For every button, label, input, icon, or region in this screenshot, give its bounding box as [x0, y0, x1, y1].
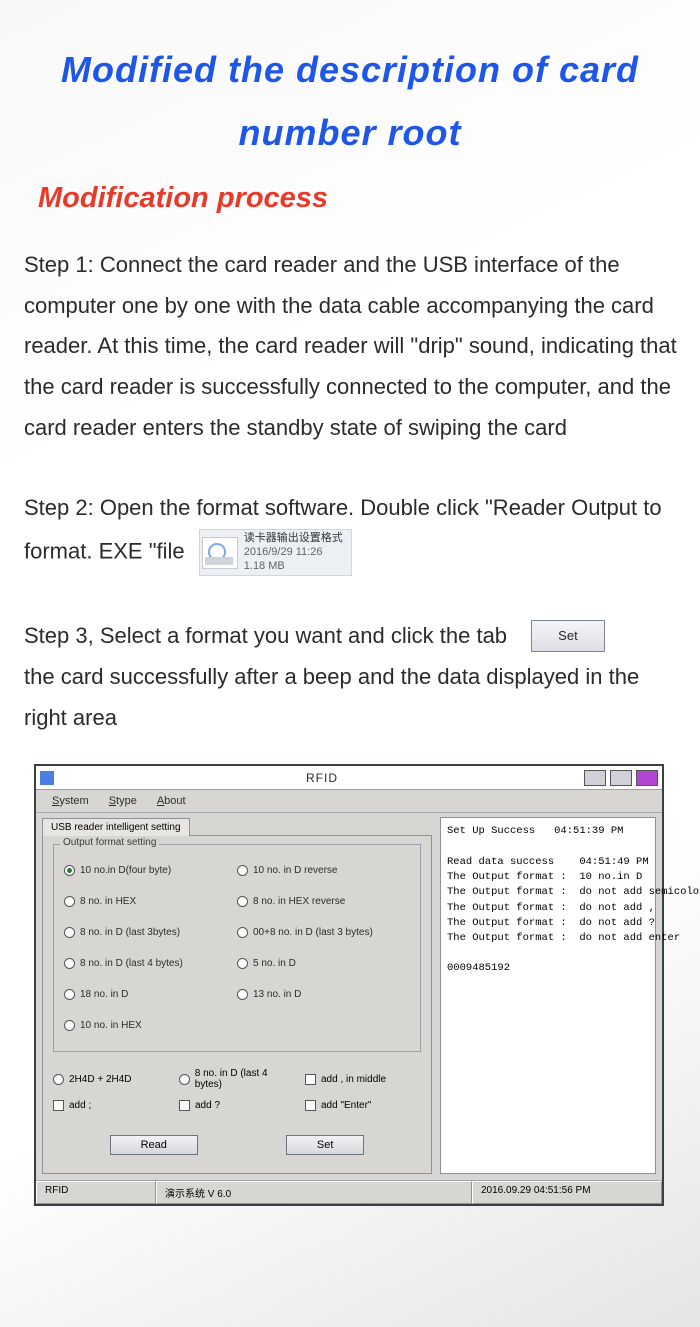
- checkbox-icon: [305, 1100, 316, 1111]
- radio-icon: [237, 927, 248, 938]
- action-buttons: Read Set: [53, 1113, 421, 1163]
- file-thumbnail-icon: [202, 537, 238, 569]
- chk-add-enter[interactable]: add "Enter": [305, 1100, 421, 1111]
- menu-system[interactable]: System: [44, 793, 97, 809]
- opt-13d[interactable]: 13 no. in D: [237, 989, 410, 1000]
- opt-18d[interactable]: 18 no. in D: [64, 989, 237, 1000]
- rfid-app-window: RFID System Stype About USB reader intel…: [34, 764, 664, 1206]
- maximize-button[interactable]: [610, 770, 632, 786]
- set-button[interactable]: Set: [286, 1135, 365, 1155]
- extra-row-1: 2H4D + 2H4D 8 no. in D (last 4 bytes) ad…: [53, 1060, 421, 1092]
- radio-icon: [237, 989, 248, 1000]
- radio-icon: [64, 958, 75, 969]
- app-icon: [40, 771, 54, 785]
- tab-panel: Output format setting 10 no.in D(four by…: [42, 835, 432, 1174]
- opt-10hex[interactable]: 10 no. in HEX: [64, 1020, 237, 1031]
- steps-container: Step 1: Connect the card reader and the …: [0, 215, 700, 738]
- read-button[interactable]: Read: [110, 1135, 198, 1155]
- radio-icon: [64, 1020, 75, 1031]
- radio-icon: [179, 1074, 190, 1085]
- menu-stype[interactable]: Stype: [101, 793, 145, 809]
- file-name: 读卡器输出设置格式: [244, 532, 343, 546]
- radio-icon: [53, 1074, 64, 1085]
- step-2-text: Step 2: Open the format software. Double…: [24, 488, 678, 576]
- opt-2h4d[interactable]: 2H4D + 2H4D: [53, 1074, 169, 1085]
- radio-icon: [237, 958, 248, 969]
- radio-icon: [64, 989, 75, 1000]
- set-button-illustration[interactable]: Set: [531, 620, 605, 652]
- menubar: System Stype About: [36, 790, 662, 813]
- file-size: 1.18 MB: [244, 560, 285, 572]
- opt-008d-last3[interactable]: 00+8 no. in D (last 3 bytes): [237, 927, 410, 938]
- group-title: Output format setting: [60, 837, 159, 848]
- checkbox-icon: [305, 1074, 316, 1085]
- radio-icon: [64, 896, 75, 907]
- output-log: Set Up Success 04:51:39 PM Read data suc…: [440, 817, 656, 1174]
- opt-10d-reverse[interactable]: 10 no. in D reverse: [237, 865, 410, 876]
- opt-8d-last4-b[interactable]: 8 no. in D (last 4 bytes): [179, 1068, 295, 1090]
- opt-5d[interactable]: 5 no. in D: [237, 958, 410, 969]
- file-date: 2016/9/29 11:26: [244, 546, 323, 558]
- close-button[interactable]: [636, 770, 658, 786]
- window-title: RFID: [60, 771, 584, 785]
- minimize-button[interactable]: [584, 770, 606, 786]
- tab-usb-reader[interactable]: USB reader intelligent setting: [42, 818, 190, 836]
- chk-add-semicolon[interactable]: add ;: [53, 1100, 169, 1111]
- radio-icon: [237, 896, 248, 907]
- window-titlebar: RFID: [36, 766, 662, 790]
- chk-add-comma-middle[interactable]: add , in middle: [305, 1074, 421, 1085]
- radio-icon: [64, 927, 75, 938]
- opt-8d-last3[interactable]: 8 no. in D (last 3bytes): [64, 927, 237, 938]
- step-3-tail: the card successfully after a beep and t…: [24, 664, 639, 730]
- status-app: RFID: [36, 1181, 156, 1204]
- opt-10d-4byte[interactable]: 10 no.in D(four byte): [64, 865, 237, 876]
- step-3-text: Step 3, Select a format you want and cli…: [24, 616, 678, 738]
- menu-about[interactable]: About: [149, 793, 194, 809]
- left-panel: USB reader intelligent setting Output fo…: [42, 817, 432, 1174]
- chk-add-question[interactable]: add ?: [179, 1100, 295, 1111]
- section-subtitle: Modification process: [0, 164, 700, 215]
- output-format-group: Output format setting 10 no.in D(four by…: [53, 844, 421, 1052]
- radio-icon: [64, 865, 75, 876]
- radio-icon: [237, 865, 248, 876]
- status-datetime: 2016.09.29 04:51:56 PM: [472, 1181, 662, 1204]
- file-info: 读卡器输出设置格式 2016/9/29 11:26 1.18 MB: [244, 532, 343, 573]
- opt-8d-last4[interactable]: 8 no. in D (last 4 bytes): [64, 958, 237, 969]
- opt-8hex[interactable]: 8 no. in HEX: [64, 896, 237, 907]
- status-version: 演示系统 V 6.0: [156, 1181, 472, 1204]
- opt-8hex-reverse[interactable]: 8 no. in HEX reverse: [237, 896, 410, 907]
- extra-row-2: add ; add ? add "Enter": [53, 1092, 421, 1113]
- file-chip[interactable]: 读卡器输出设置格式 2016/9/29 11:26 1.18 MB: [199, 529, 352, 576]
- statusbar: RFID 演示系统 V 6.0 2016.09.29 04:51:56 PM: [36, 1180, 662, 1204]
- window-body: USB reader intelligent setting Output fo…: [36, 813, 662, 1180]
- step-3-lead: Step 3, Select a format you want and cli…: [24, 623, 507, 648]
- checkbox-icon: [53, 1100, 64, 1111]
- step-1-text: Step 1: Connect the card reader and the …: [24, 245, 678, 448]
- checkbox-icon: [179, 1100, 190, 1111]
- page-title: Modified the description of card number …: [0, 0, 700, 164]
